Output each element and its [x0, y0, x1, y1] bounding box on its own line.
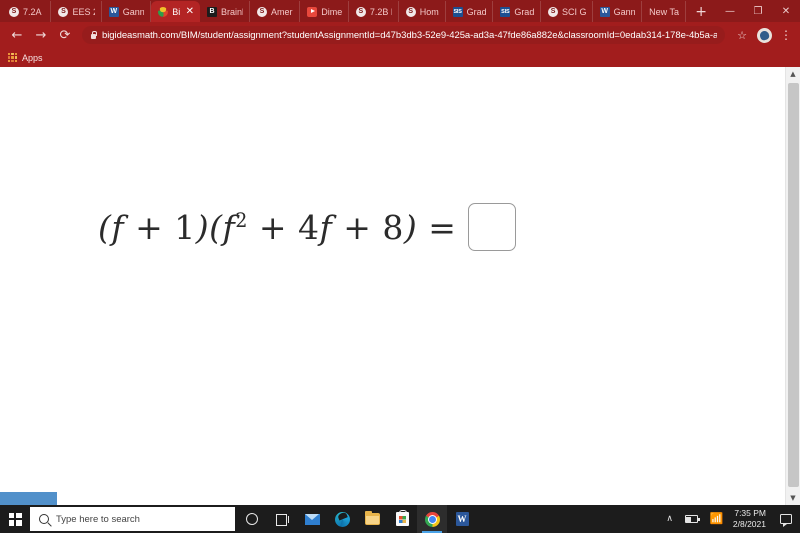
- address-bar[interactable]: bigideasmath.com/BIM/student/assignment?…: [82, 26, 725, 44]
- answer-input-box[interactable]: [468, 203, 517, 251]
- youtube-icon: [307, 6, 318, 17]
- clock-date: 2/8/2021: [732, 519, 766, 529]
- equation-expression: (f + 1)(f2 + 4f + 8) =: [98, 207, 457, 247]
- tab-title: Big: [172, 6, 179, 17]
- edge-icon[interactable]: [327, 505, 357, 533]
- exponent: 2: [235, 208, 248, 232]
- tab-title: 7.2B H: [369, 6, 392, 17]
- word-icon: W: [108, 6, 119, 17]
- task-view-icon[interactable]: [267, 505, 297, 533]
- apps-grid-icon[interactable]: [8, 53, 17, 62]
- windows-logo-icon: [8, 512, 22, 526]
- minimize-button[interactable]: —: [716, 0, 744, 22]
- browser-tab-active[interactable]: Big ✕: [151, 1, 201, 22]
- tab-title: EES 2.: [72, 6, 94, 17]
- taskbar-clock[interactable]: 7:35 PM 2/8/2021: [729, 505, 774, 533]
- browser-tab[interactable]: B Brainly: [200, 1, 250, 22]
- browser-tab[interactable]: S SCI Ge: [541, 1, 593, 22]
- page-viewport: (f + 1)(f2 + 4f + 8) = ▲ ▼: [0, 67, 800, 505]
- tab-title: Grade: [514, 6, 535, 17]
- start-button[interactable]: [0, 505, 30, 533]
- page-scrollbar[interactable]: ▲ ▼: [785, 67, 800, 505]
- circle-s-icon: S: [58, 6, 69, 17]
- clock-time: 7:35 PM: [734, 508, 766, 518]
- lock-icon: [90, 30, 98, 40]
- scroll-down-arrow-icon[interactable]: ▼: [786, 491, 800, 505]
- browser-tab[interactable]: Dimen: [300, 1, 349, 22]
- circle-s-icon: S: [9, 6, 19, 17]
- window-controls: — ❐ ✕: [716, 0, 800, 22]
- maximize-button[interactable]: ❐: [744, 0, 772, 22]
- url-text: bigideasmath.com/BIM/student/assignment?…: [102, 29, 717, 41]
- wifi-icon[interactable]: 📶: [704, 505, 729, 533]
- big-ideas-math-icon: [158, 6, 169, 17]
- word-icon: W: [599, 6, 610, 17]
- brainly-icon: B: [207, 6, 218, 17]
- browser-tab[interactable]: S Home: [399, 1, 446, 22]
- browser-tab[interactable]: W Ganno: [593, 1, 643, 22]
- browser-tab[interactable]: SIS Grade: [493, 1, 542, 22]
- word-icon[interactable]: W: [447, 505, 477, 533]
- tab-title: Americ: [270, 6, 293, 17]
- browser-tab[interactable]: W Ganno: [102, 1, 152, 22]
- chrome-icon[interactable]: [417, 505, 447, 533]
- sis-icon: SIS: [500, 6, 511, 17]
- tab-title: Brainly: [221, 6, 243, 17]
- tab-title: New Tab: [649, 6, 679, 17]
- scrollbar-thumb[interactable]: [788, 83, 799, 487]
- circle-s-icon: S: [405, 6, 416, 17]
- tab-title: Home: [419, 6, 439, 17]
- chrome-browser-window: S 7.2A H S EES 2. W Ganno Big ✕ B Brainl…: [0, 0, 800, 505]
- reload-icon[interactable]: ⟳: [54, 24, 76, 46]
- close-tab-icon[interactable]: ✕: [186, 6, 194, 17]
- browser-tab[interactable]: S Americ: [250, 1, 301, 22]
- show-hidden-icons-icon[interactable]: ∧: [660, 505, 679, 533]
- mail-icon[interactable]: [297, 505, 327, 533]
- file-explorer-icon[interactable]: [357, 505, 387, 533]
- forward-icon[interactable]: →: [30, 24, 52, 46]
- windows-taskbar: Type here to search W ∧ 📶 7:35 PM 2/8/20…: [0, 505, 800, 533]
- chrome-menu-icon[interactable]: ⋮: [778, 28, 794, 42]
- tab-title: Ganno: [613, 6, 635, 17]
- close-window-button[interactable]: ✕: [772, 0, 800, 22]
- search-placeholder: Type here to search: [56, 513, 140, 525]
- sis-icon: SIS: [452, 6, 463, 17]
- new-tab-button[interactable]: +: [686, 5, 716, 22]
- system-tray: ∧ 📶 7:35 PM 2/8/2021: [660, 505, 800, 533]
- browser-tab[interactable]: SIS Grade: [446, 1, 494, 22]
- circle-s-icon: S: [256, 6, 267, 17]
- tab-title: Grade: [466, 6, 487, 17]
- math-problem: (f + 1)(f2 + 4f + 8) =: [98, 203, 517, 251]
- browser-tab[interactable]: S 7.2B H: [349, 1, 399, 22]
- tab-title: SCI Ge: [562, 6, 586, 17]
- battery-icon[interactable]: [679, 505, 704, 533]
- back-icon[interactable]: ←: [6, 24, 28, 46]
- bookmark-star-icon[interactable]: ☆: [733, 29, 751, 42]
- circle-s-icon: S: [355, 6, 366, 17]
- search-icon: [39, 514, 49, 524]
- browser-toolbar: ← → ⟳ bigideasmath.com/BIM/student/assig…: [0, 22, 800, 48]
- bookmark-apps-label[interactable]: Apps: [22, 53, 43, 63]
- taskbar-search-input[interactable]: Type here to search: [30, 507, 235, 531]
- bookmarks-bar: Apps: [0, 48, 800, 67]
- cortana-icon[interactable]: [237, 505, 267, 533]
- screen: S 7.2A H S EES 2. W Ganno Big ✕ B Brainl…: [0, 0, 800, 533]
- action-center-icon[interactable]: [774, 505, 798, 533]
- browser-tab[interactable]: S EES 2.: [51, 1, 102, 22]
- tab-strip: S 7.2A H S EES 2. W Ganno Big ✕ B Brainl…: [0, 0, 800, 22]
- assignment-content: (f + 1)(f2 + 4f + 8) =: [0, 67, 785, 505]
- tab-title: Dimen: [321, 6, 342, 17]
- profile-avatar[interactable]: [757, 27, 772, 43]
- circle-s-icon: S: [548, 6, 559, 17]
- microsoft-store-icon[interactable]: [387, 505, 417, 533]
- browser-tab[interactable]: New Tab: [642, 1, 687, 22]
- scroll-up-arrow-icon[interactable]: ▲: [786, 67, 800, 81]
- tab-title: Ganno: [122, 6, 144, 17]
- download-bar-strip: [0, 492, 57, 505]
- tab-title: 7.2A H: [23, 6, 44, 17]
- browser-tab[interactable]: S 7.2A H: [2, 1, 52, 22]
